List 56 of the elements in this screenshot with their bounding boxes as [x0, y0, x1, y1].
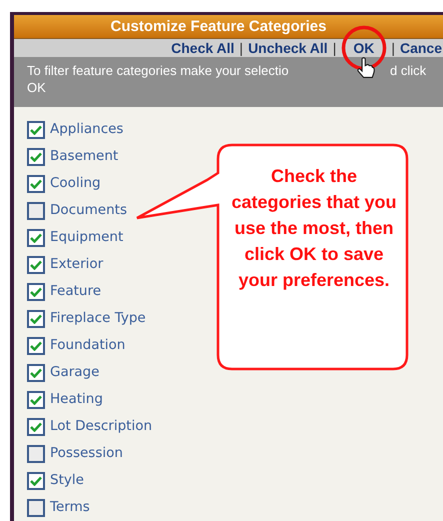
- check-icon: [30, 394, 42, 404]
- category-label: Basement: [50, 147, 118, 166]
- category-label: Documents: [50, 201, 127, 220]
- category-label: Exterior: [50, 255, 104, 274]
- category-label: Heating: [50, 390, 103, 410]
- checkbox[interactable]: [27, 202, 45, 220]
- check-icon: [30, 314, 42, 324]
- toolbar-link[interactable]: Check All: [171, 41, 234, 55]
- check-icon: [30, 124, 42, 134]
- check-icon: [30, 422, 42, 432]
- link-separator: |: [390, 41, 396, 55]
- checkbox[interactable]: [27, 444, 45, 462]
- checkbox[interactable]: [27, 282, 45, 300]
- category-label: Foundation: [50, 336, 126, 356]
- category-label: Fireplace Type: [50, 309, 146, 328]
- checkbox[interactable]: [27, 498, 45, 516]
- check-icon: [30, 286, 42, 296]
- checkbox[interactable]: [27, 120, 45, 138]
- checkbox[interactable]: [27, 256, 45, 274]
- checkbox[interactable]: [27, 472, 45, 490]
- category-label: Possession: [50, 444, 123, 464]
- instructions-text: OK: [27, 79, 46, 96]
- check-icon: [30, 260, 42, 270]
- toolbar-link[interactable]: Cance: [400, 41, 442, 55]
- category-label: Equipment: [50, 228, 124, 248]
- check-icon: [30, 368, 42, 378]
- checkbox[interactable]: [27, 148, 45, 166]
- link-separator: |: [332, 41, 338, 55]
- checkbox[interactable]: [27, 418, 45, 436]
- category-label: Cooling: [50, 174, 101, 194]
- check-icon: [30, 178, 42, 188]
- category-label: Feature: [50, 282, 102, 302]
- category-label: Style: [50, 471, 84, 490]
- checkbox[interactable]: [27, 310, 45, 328]
- dialog-title: Customize Feature Categories: [14, 15, 443, 39]
- instructions-text: d click: [390, 62, 426, 79]
- instructions-text: To filter feature categories make your selectio: [27, 62, 290, 79]
- category-label: Appliances: [50, 120, 124, 140]
- toolbar-link[interactable]: OK: [353, 40, 374, 56]
- checkbox[interactable]: [27, 228, 45, 246]
- callout-text: Check the categories that you use the most, then click OK to save your preferences.: [230, 165, 398, 292]
- category-label: Garage: [50, 363, 100, 382]
- category-label: Terms: [50, 498, 90, 518]
- checkbox[interactable]: [27, 390, 45, 408]
- check-icon: [30, 476, 42, 486]
- link-separator: |: [238, 41, 244, 55]
- hand-cursor-icon: [356, 57, 376, 79]
- checkbox[interactable]: [27, 336, 45, 354]
- check-icon: [30, 340, 42, 350]
- checkbox[interactable]: [27, 174, 45, 192]
- toolbar-link[interactable]: Uncheck All: [248, 41, 328, 55]
- category-label: Lot Description: [50, 417, 152, 436]
- check-icon: [30, 232, 42, 242]
- check-icon: [30, 152, 42, 162]
- highlight-circle: [341, 25, 388, 71]
- checkbox[interactable]: [27, 364, 45, 382]
